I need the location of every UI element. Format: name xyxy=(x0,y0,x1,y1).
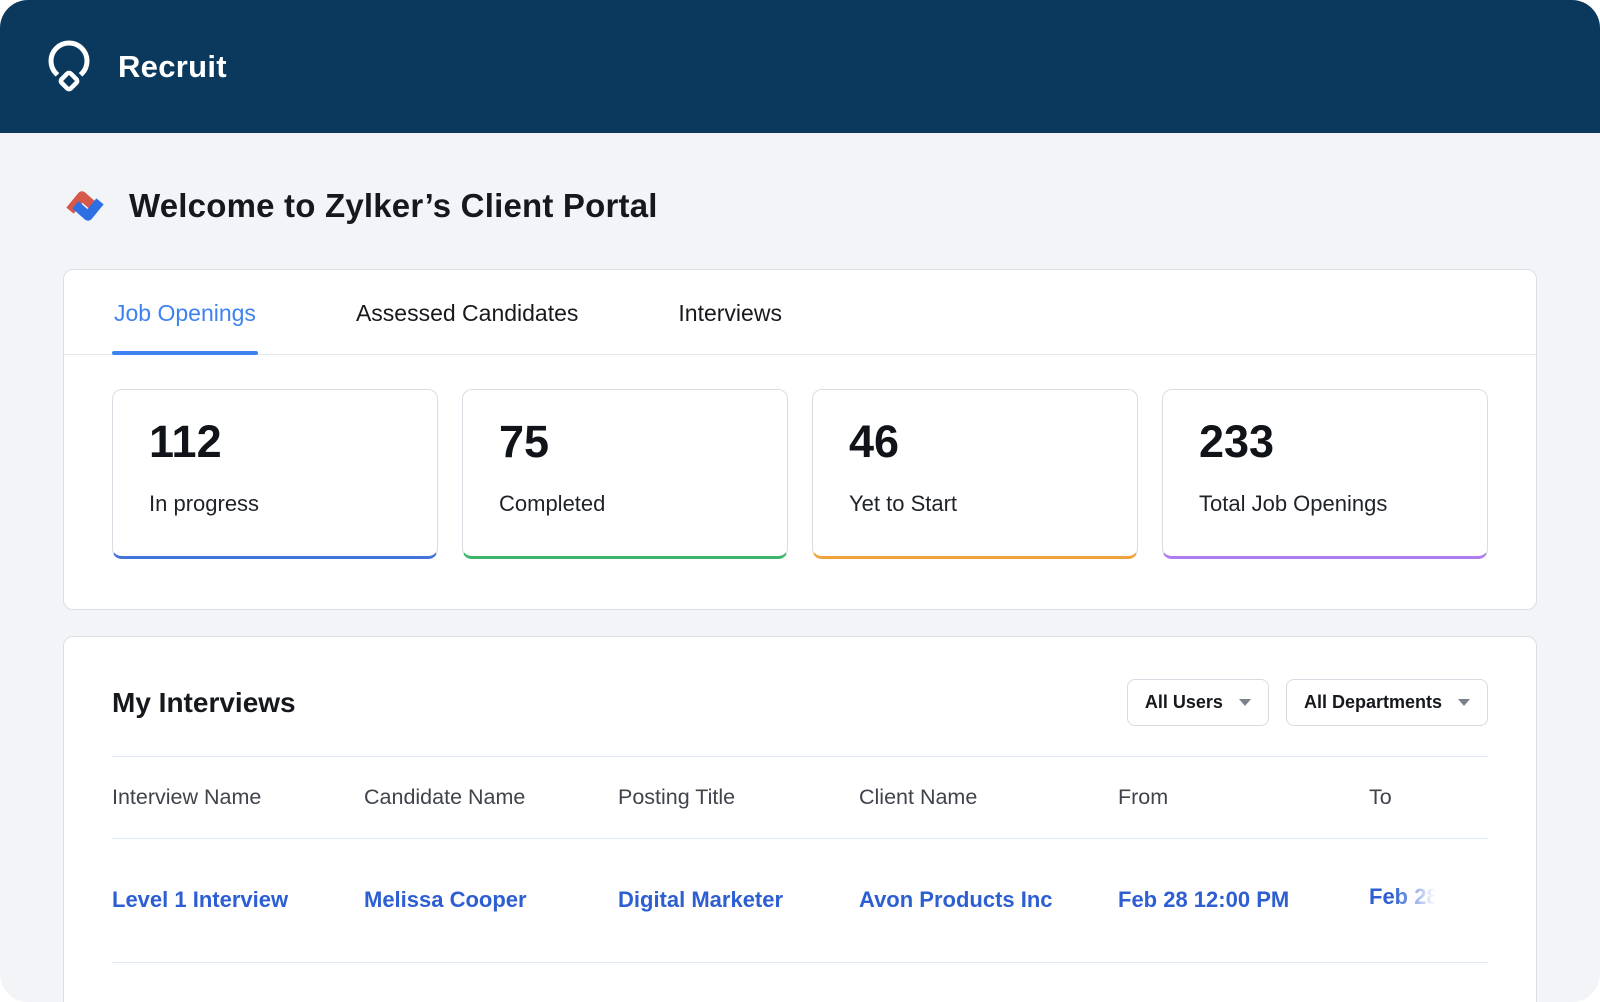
all-departments-dropdown-label: All Departments xyxy=(1304,692,1442,713)
stat-card-total-job-openings[interactable]: 233 Total Job Openings xyxy=(1162,389,1488,559)
stat-value: 75 xyxy=(499,417,777,467)
tab-interviews[interactable]: Interviews xyxy=(676,270,784,354)
my-interviews-header: My Interviews All Users All Departments xyxy=(64,637,1536,726)
col-client-name: Client Name xyxy=(859,757,1118,839)
all-users-dropdown-label: All Users xyxy=(1145,692,1223,713)
app-title: Recruit xyxy=(118,49,227,85)
stat-card-in-progress[interactable]: 112 In progress xyxy=(112,389,438,559)
tab-bar: Job Openings Assessed Candidates Intervi… xyxy=(64,270,1536,355)
stat-value: 112 xyxy=(149,417,427,467)
top-nav: Recruit xyxy=(0,0,1600,133)
col-interview-name: Interview Name xyxy=(112,757,364,839)
interviews-table-wrap: Interview Name Candidate Name Posting Ti… xyxy=(64,726,1536,963)
zylker-logo-icon xyxy=(63,184,107,228)
tab-assessed-candidates[interactable]: Assessed Candidates xyxy=(354,270,580,354)
client-name-link[interactable]: Avon Products Inc xyxy=(859,839,1118,963)
stat-label: In progress xyxy=(149,491,427,517)
all-departments-dropdown[interactable]: All Departments xyxy=(1286,679,1488,726)
table-row: Level 1 Interview Melissa Cooper Digital… xyxy=(112,839,1488,963)
chevron-down-icon xyxy=(1239,699,1251,706)
my-interviews-panel: My Interviews All Users All Departments xyxy=(63,636,1537,1002)
recruit-logo-icon xyxy=(42,36,96,98)
all-users-dropdown[interactable]: All Users xyxy=(1127,679,1269,726)
table-header-row: Interview Name Candidate Name Posting Ti… xyxy=(112,757,1488,839)
interviews-table: Interview Name Candidate Name Posting Ti… xyxy=(112,756,1488,963)
from-datetime-link[interactable]: Feb 28 12:00 PM xyxy=(1118,839,1369,963)
tab-job-openings[interactable]: Job Openings xyxy=(112,270,258,354)
chevron-down-icon xyxy=(1458,699,1470,706)
stat-value: 46 xyxy=(849,417,1127,467)
col-to: To xyxy=(1369,757,1488,839)
col-posting-title: Posting Title xyxy=(618,757,859,839)
candidate-name-link[interactable]: Melissa Cooper xyxy=(364,839,618,963)
stat-card-row: 112 In progress 75 Completed 46 Yet to S… xyxy=(64,355,1536,609)
stat-label: Total Job Openings xyxy=(1199,491,1477,517)
stat-label: Yet to Start xyxy=(849,491,1127,517)
to-datetime-link[interactable]: Feb 28 xyxy=(1369,839,1488,963)
stat-label: Completed xyxy=(499,491,777,517)
welcome-header: Welcome to Zylker’s Client Portal xyxy=(63,183,1537,229)
overview-panel: Job Openings Assessed Candidates Intervi… xyxy=(63,269,1537,610)
stat-card-yet-to-start[interactable]: 46 Yet to Start xyxy=(812,389,1138,559)
stat-value: 233 xyxy=(1199,417,1477,467)
posting-title-link[interactable]: Digital Marketer xyxy=(618,839,859,963)
section-title: My Interviews xyxy=(112,687,296,719)
col-candidate-name: Candidate Name xyxy=(364,757,618,839)
interview-name-link[interactable]: Level 1 Interview xyxy=(112,839,364,963)
filter-group: All Users All Departments xyxy=(1127,679,1488,726)
to-datetime-clipped-text: Feb 28 xyxy=(1369,884,1439,910)
col-from: From xyxy=(1118,757,1369,839)
page-title: Welcome to Zylker’s Client Portal xyxy=(129,187,658,225)
stat-card-completed[interactable]: 75 Completed xyxy=(462,389,788,559)
client-portal-page: Recruit Welcome to Zylker’s Client Porta… xyxy=(0,0,1600,1002)
